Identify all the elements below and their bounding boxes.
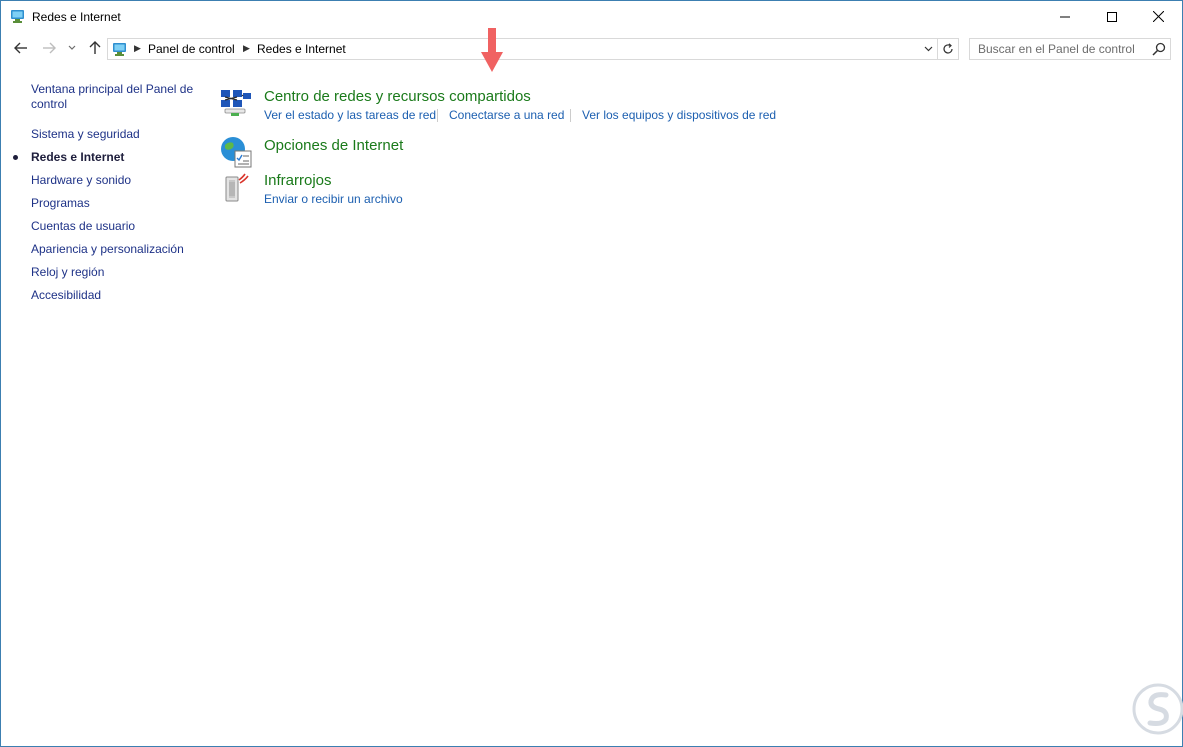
minimize-button[interactable] bbox=[1042, 1, 1088, 32]
chevron-down-icon bbox=[924, 46, 932, 52]
sidebar-item-network-internet[interactable]: Redes e Internet bbox=[31, 150, 124, 165]
arrow-right-icon bbox=[43, 42, 56, 54]
refresh-icon bbox=[943, 43, 953, 54]
search-box[interactable] bbox=[969, 38, 1171, 60]
refresh-button[interactable] bbox=[938, 38, 959, 60]
search-input[interactable] bbox=[970, 39, 1148, 59]
breadcrumb-panel-de-control[interactable]: Panel de control bbox=[148, 42, 235, 56]
maximize-icon bbox=[1107, 11, 1117, 22]
link-view-network-status[interactable]: Ver el estado y las tareas de red bbox=[264, 108, 436, 122]
sidebar-item-home[interactable]: Ventana principal del Panel de control bbox=[31, 82, 201, 112]
network-app-icon bbox=[11, 10, 24, 23]
up-button[interactable] bbox=[85, 39, 105, 57]
internet-options-icon[interactable] bbox=[219, 135, 253, 169]
breadcrumb-separator-icon[interactable]: ▶ bbox=[243, 43, 250, 54]
sidebar-item-appearance[interactable]: Apariencia y personalización bbox=[31, 242, 184, 257]
category-network-center-title[interactable]: Centro de redes y recursos compartidos bbox=[264, 88, 531, 105]
link-separator bbox=[570, 109, 571, 122]
window-title: Redes e Internet bbox=[32, 10, 121, 24]
sidebar-item-user-accounts[interactable]: Cuentas de usuario bbox=[31, 219, 135, 234]
main-content: Centro de redes y recursos compartidos V… bbox=[211, 28, 1181, 745]
annotation-arrow-icon bbox=[481, 28, 503, 72]
maximize-button[interactable] bbox=[1089, 1, 1135, 32]
sidebar-item-programs[interactable]: Programas bbox=[31, 196, 90, 211]
minimize-icon bbox=[1060, 16, 1070, 17]
title-bar[interactable]: Redes e Internet bbox=[1, 1, 1182, 32]
sidebar-item-hardware-sound[interactable]: Hardware y sonido bbox=[31, 173, 131, 188]
forward-button[interactable] bbox=[39, 39, 59, 57]
infrared-icon[interactable] bbox=[219, 171, 253, 205]
back-button[interactable] bbox=[11, 39, 31, 57]
watermark-logo-icon bbox=[1132, 683, 1183, 735]
sidebar-item-system-security[interactable]: Sistema y seguridad bbox=[31, 127, 140, 142]
network-location-icon bbox=[113, 43, 126, 56]
address-dropdown-button[interactable] bbox=[919, 39, 937, 59]
chevron-down-icon bbox=[68, 45, 76, 50]
breadcrumb-redes-e-internet[interactable]: Redes e Internet bbox=[257, 42, 346, 56]
sidebar-item-accessibility[interactable]: Accesibilidad bbox=[31, 288, 101, 303]
category-internet-options-title[interactable]: Opciones de Internet bbox=[264, 137, 403, 154]
close-button[interactable] bbox=[1135, 1, 1181, 32]
category-infrared-title[interactable]: Infrarrojos bbox=[264, 172, 332, 189]
sidebar-item-clock-region[interactable]: Reloj y región bbox=[31, 265, 104, 280]
network-center-icon[interactable] bbox=[219, 87, 253, 121]
navigation-bar: ▶ Panel de control ▶ Redes e Internet bbox=[1, 32, 1182, 65]
link-separator bbox=[437, 109, 438, 122]
window: Redes e Internet ▶ Panel de control ▶ Re… bbox=[0, 0, 1183, 747]
link-send-receive-file[interactable]: Enviar o recibir un archivo bbox=[264, 192, 403, 206]
link-connect-network[interactable]: Conectarse a una red bbox=[449, 108, 564, 122]
address-bar[interactable]: ▶ Panel de control ▶ Redes e Internet bbox=[107, 38, 938, 60]
recent-locations-button[interactable] bbox=[65, 39, 79, 57]
link-view-network-devices[interactable]: Ver los equipos y dispositivos de red bbox=[582, 108, 776, 122]
arrow-left-icon bbox=[14, 42, 27, 54]
search-icon[interactable] bbox=[1152, 42, 1166, 56]
breadcrumb-separator-icon[interactable]: ▶ bbox=[134, 43, 141, 54]
close-icon bbox=[1152, 11, 1164, 22]
arrow-up-icon bbox=[89, 41, 101, 54]
current-item-bullet bbox=[13, 155, 18, 160]
